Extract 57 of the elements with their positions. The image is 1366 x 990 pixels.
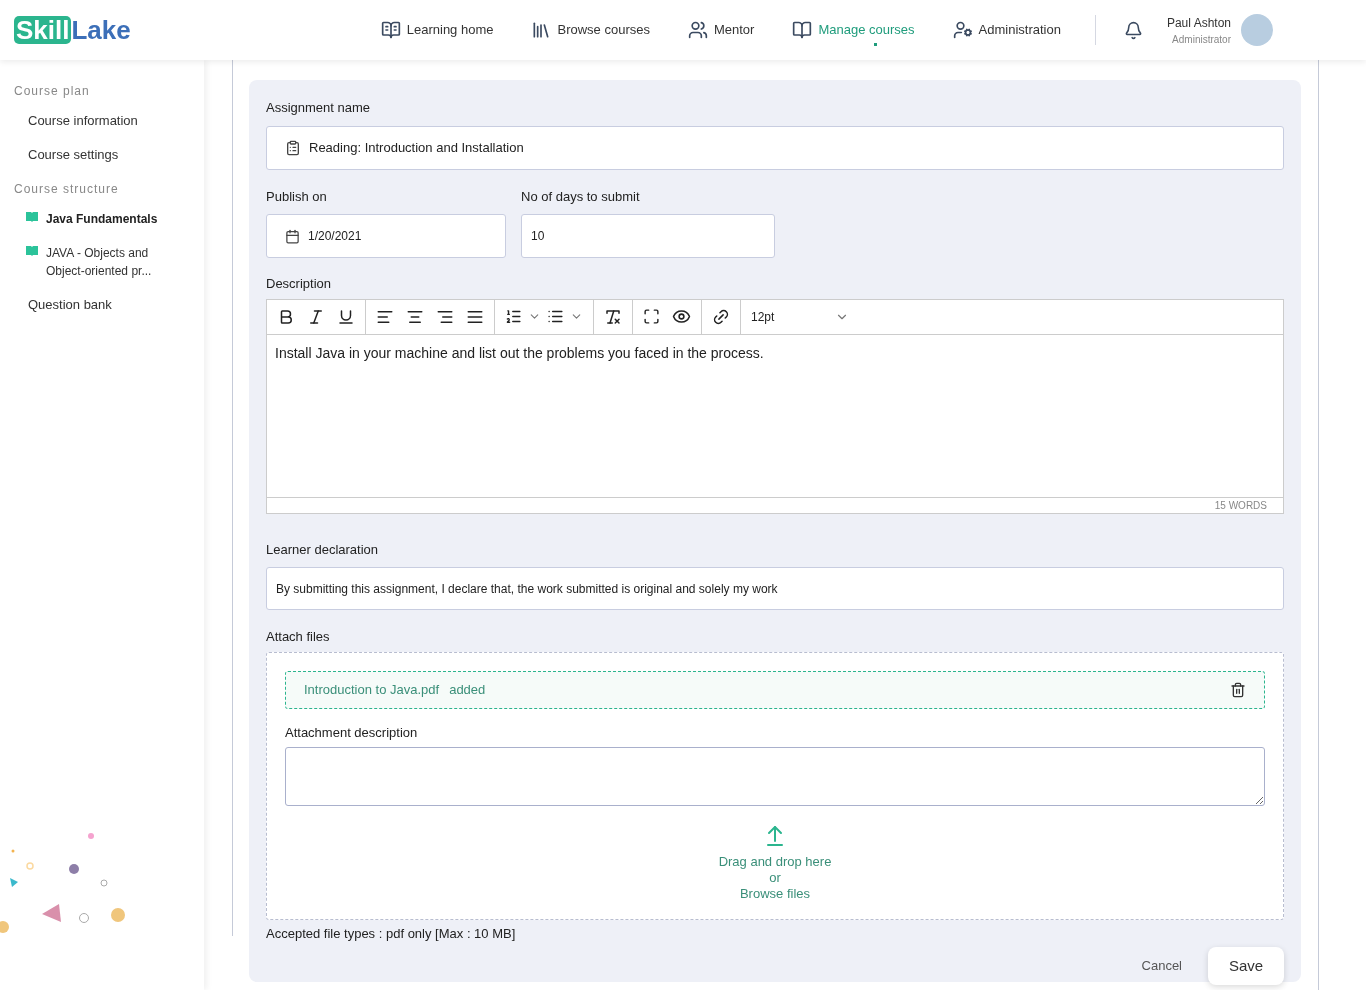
field-label: Description [266,275,333,293]
field-label: Assignment name [266,99,372,117]
clear-format-icon[interactable] [604,307,622,326]
cancel-button[interactable]: Cancel [1141,956,1182,976]
clipboard-icon [285,139,301,156]
nav-link[interactable]: Manage courses [792,14,915,46]
format-button-icon[interactable] [337,307,355,326]
save-button[interactable]: Save [1208,947,1284,985]
nav-link[interactable]: Mentor [687,14,755,46]
editor-text[interactable]: Install Java in your machine and list out the problems you faced in the process. [267,334,1283,497]
sidebar-item[interactable]: Java Fundamentals [0,210,204,228]
browse-files-link[interactable]: Browse files [739,886,811,902]
nav-icon [687,20,708,40]
nav-link[interactable]: Browse courses [531,14,650,46]
accepted-types-note: Accepted file types : pdf only [Max : 10 MB] [266,924,517,943]
numbered-list-icon[interactable] [505,308,522,325]
days-field[interactable]: 10 [521,214,775,258]
fullscreen-icon[interactable] [643,308,660,325]
user-name: Paul Ashton [1166,14,1231,32]
calendar-icon [285,228,300,244]
date-field[interactable]: 1/20/2021 [266,214,506,258]
logo-text: Lake [71,16,131,44]
sidebar-heading: Course structure [13,181,120,198]
drop-hint: Drag and drop here [718,854,832,870]
attachment-description-field[interactable] [285,747,1265,806]
book-icon [26,246,38,256]
field-label: Publish on [266,187,328,206]
field-label: Learner declaration [266,540,380,559]
field-label: Attachment description [285,723,419,742]
field-label: No of days to submit [521,187,641,206]
sidebar-heading: Course plan [13,83,91,100]
delete-icon[interactable] [1230,681,1246,698]
sidebar-item[interactable]: Question bank [0,296,204,314]
nav-link[interactable]: Learning home [380,14,494,46]
bullet-list-icon[interactable] [547,308,564,325]
format-button-icon[interactable] [307,307,325,326]
or-text: or [769,870,781,886]
nav-icon [380,20,401,40]
declaration-field[interactable]: By submitting this assignment, I declare that, the work submitted is original and solely my work [266,567,1284,610]
logo-mark: Skill [14,16,72,44]
nav-icon [952,20,973,40]
sidebar-item[interactable]: JAVA - Objects and Object-oriented pr... [0,244,204,280]
font-size-select[interactable]: 12pt [741,307,859,326]
file-name[interactable]: Introduction to Java.pdf [304,679,440,700]
notification-bell-icon[interactable] [1123,20,1143,40]
nav-icon [792,20,813,40]
user-role: Administrator [1172,32,1231,47]
assignment-name-field[interactable]: Reading: Introduction and Installation [266,125,1284,170]
file-status: added [449,680,486,699]
book-icon [26,212,38,222]
word-count: 15 WORDS [1214,498,1267,513]
preview-icon[interactable] [672,307,691,326]
sidebar-item[interactable]: Course settings [0,146,204,164]
sidebar-item[interactable]: Course information [0,112,204,130]
nav-link[interactable]: Administration [952,14,1061,46]
drop-zone[interactable]: Introduction to Java.pdf added Attachment description Drag and drop here or Browse files [266,651,1284,920]
field-label: Attach files [266,628,331,646]
